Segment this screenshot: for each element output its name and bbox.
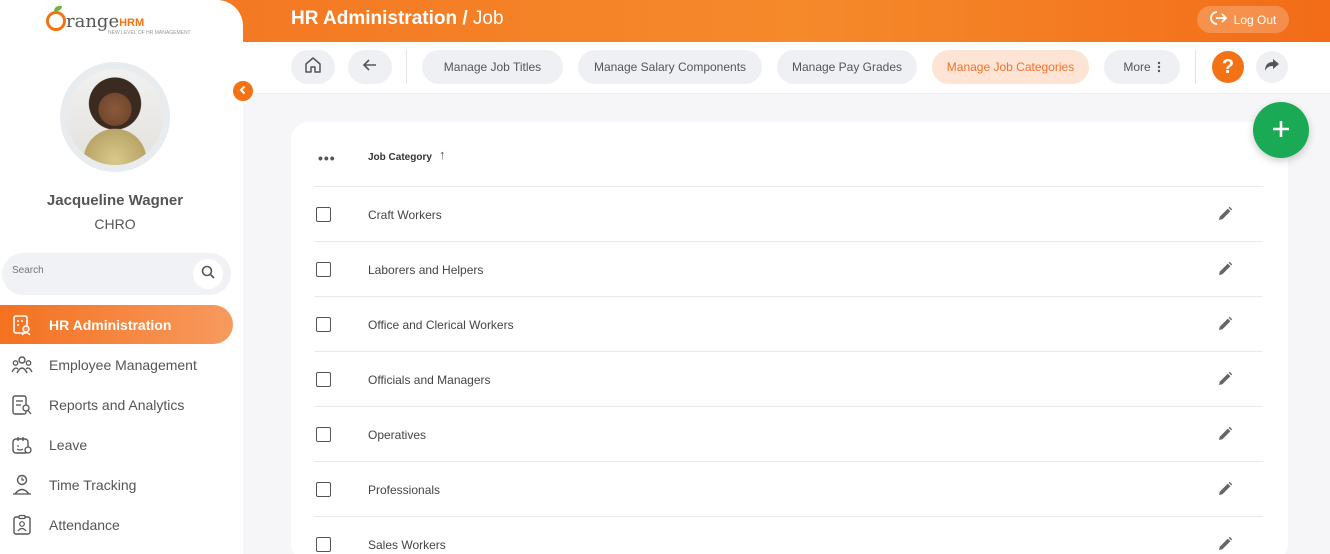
add-job-category-button[interactable] bbox=[1253, 102, 1309, 158]
row-checkbox[interactable] bbox=[316, 372, 331, 387]
logout-label: Log Out bbox=[1233, 12, 1277, 27]
help-button[interactable]: ? bbox=[1212, 51, 1244, 83]
back-button[interactable] bbox=[348, 50, 392, 84]
user-role: CHRO bbox=[94, 216, 136, 232]
sidebar-item-label: Attendance bbox=[49, 516, 120, 533]
chevron-left-icon bbox=[238, 82, 248, 100]
job-category-name: Craft Workers bbox=[368, 208, 442, 222]
toolbar-divider bbox=[1195, 50, 1196, 84]
sidebar-item-label: HR Administration bbox=[49, 316, 172, 333]
clock-icon bbox=[10, 473, 34, 497]
leave-icon bbox=[10, 433, 34, 457]
table-row: Office and Clerical Workers bbox=[314, 297, 1263, 352]
row-checkbox[interactable] bbox=[316, 537, 331, 552]
row-checkbox[interactable] bbox=[316, 482, 331, 497]
avatar[interactable] bbox=[67, 69, 163, 165]
table-row: Sales Workers bbox=[314, 517, 1263, 554]
search-input[interactable] bbox=[12, 265, 182, 276]
column-header-job-category[interactable]: Job Category bbox=[368, 152, 432, 163]
attendance-icon bbox=[10, 513, 34, 537]
tab-manage-salary-components[interactable]: Manage Salary Components bbox=[578, 50, 762, 84]
job-category-name: Operatives bbox=[368, 428, 427, 442]
sidebar-item-leave[interactable]: Leave bbox=[0, 425, 233, 464]
edit-pencil-icon[interactable] bbox=[1216, 370, 1234, 388]
sidebar-item-label: Employee Management bbox=[49, 356, 197, 373]
hr-admin-icon bbox=[10, 313, 34, 337]
edit-pencil-icon[interactable] bbox=[1216, 260, 1234, 278]
logout-button[interactable]: Log Out bbox=[1197, 6, 1289, 33]
edit-pencil-icon[interactable] bbox=[1216, 535, 1234, 553]
tab-manage-pay-grades[interactable]: Manage Pay Grades bbox=[777, 50, 917, 84]
row-checkbox[interactable] bbox=[316, 317, 331, 332]
sidebar-collapse-button[interactable] bbox=[231, 79, 255, 103]
orange-logo-icon bbox=[46, 6, 66, 31]
tab-more[interactable]: More bbox=[1104, 50, 1180, 84]
table-row: Craft Workers bbox=[314, 187, 1263, 242]
sidebar-search bbox=[2, 253, 231, 295]
sidebar-item-label: Time Tracking bbox=[49, 476, 137, 493]
sidebar-item-time-tracking[interactable]: Time Tracking bbox=[0, 465, 233, 504]
job-category-name: Sales Workers bbox=[368, 538, 446, 552]
page-title-main: HR Administration / bbox=[291, 8, 468, 29]
sidebar-item-reports-and-analytics[interactable]: Reports and Analytics bbox=[0, 385, 233, 424]
toolbar-divider bbox=[406, 50, 407, 84]
logout-icon bbox=[1209, 11, 1228, 28]
arrow-left-icon bbox=[362, 57, 378, 78]
sidebar-item-label: Reports and Analytics bbox=[49, 396, 185, 413]
plus-icon bbox=[1271, 114, 1291, 146]
report-icon bbox=[10, 393, 34, 417]
table-row: Officials and Managers bbox=[314, 352, 1263, 407]
home-icon bbox=[304, 56, 322, 79]
row-checkbox[interactable] bbox=[316, 427, 331, 442]
tab-manage-job-titles[interactable]: Manage Job Titles bbox=[422, 50, 563, 84]
sidebar-item-attendance[interactable]: Attendance bbox=[0, 505, 233, 544]
logo-tagline: NEW LEVEL OF HR MANAGEMENT bbox=[108, 30, 191, 36]
edit-pencil-icon[interactable] bbox=[1216, 480, 1234, 498]
search-icon bbox=[201, 265, 215, 284]
tab-manage-job-categories[interactable]: Manage Job Categories bbox=[932, 50, 1089, 84]
job-category-name: Officials and Managers bbox=[368, 373, 491, 387]
question-mark-icon: ? bbox=[1221, 55, 1235, 78]
orangehrm-logo[interactable]: range HRM NEW LEVEL OF HR MANAGEMENT bbox=[46, 6, 191, 36]
sidebar: range HRM NEW LEVEL OF HR MANAGEMENT Jac… bbox=[0, 0, 243, 554]
edit-pencil-icon[interactable] bbox=[1216, 425, 1234, 443]
job-category-name: Professionals bbox=[368, 483, 441, 497]
more-vertical-icon bbox=[1157, 61, 1161, 73]
share-button[interactable] bbox=[1256, 51, 1288, 83]
sidebar-item-hr-administration[interactable]: HR Administration bbox=[0, 305, 233, 344]
table-row: Operatives bbox=[314, 407, 1263, 462]
sidebar-item-label: Leave bbox=[49, 436, 88, 453]
edit-pencil-icon[interactable] bbox=[1216, 315, 1234, 333]
search-button[interactable] bbox=[193, 259, 223, 289]
edit-pencil-icon[interactable] bbox=[1216, 205, 1234, 223]
row-actions-menu-icon[interactable]: ••• bbox=[318, 150, 336, 166]
row-checkbox[interactable] bbox=[316, 207, 331, 222]
job-category-name: Office and Clerical Workers bbox=[368, 318, 514, 332]
page-title: HR Administration / Job bbox=[291, 8, 504, 30]
logo-hrm: HRM bbox=[119, 17, 145, 29]
logo-word: range bbox=[66, 11, 120, 32]
sidebar-item-employee-management[interactable]: Employee Management bbox=[0, 345, 233, 384]
sort-ascending-icon[interactable]: ↑ bbox=[439, 147, 446, 162]
page-title-sub: Job bbox=[472, 8, 504, 29]
share-icon bbox=[1264, 58, 1280, 77]
home-button[interactable] bbox=[291, 50, 335, 84]
people-icon bbox=[10, 353, 34, 377]
table-row: Professionals bbox=[314, 462, 1263, 517]
table-row: Laborers and Helpers bbox=[314, 242, 1263, 297]
job-category-name: Laborers and Helpers bbox=[368, 263, 484, 277]
row-checkbox[interactable] bbox=[316, 262, 331, 277]
tab-more-label: More bbox=[1123, 60, 1151, 74]
user-name: Jacqueline Wagner bbox=[46, 192, 184, 209]
